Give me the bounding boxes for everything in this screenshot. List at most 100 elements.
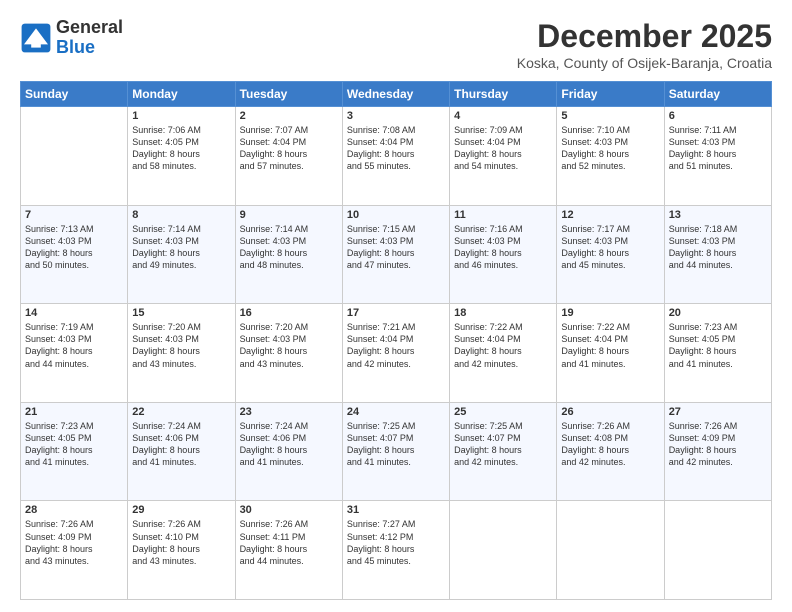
day-number: 13 — [669, 209, 767, 221]
day-info: Sunrise: 7:21 AM Sunset: 4:04 PM Dayligh… — [347, 321, 445, 370]
calendar-header-row: SundayMondayTuesdayWednesdayThursdayFrid… — [21, 82, 772, 107]
calendar-week-1: 1Sunrise: 7:06 AM Sunset: 4:05 PM Daylig… — [21, 107, 772, 206]
calendar-cell: 21 Sunrise: 7:23 AM Sunset: 4:05 PM Dayli… — [21, 402, 128, 501]
day-info: Sunrise: 7:26 AM Sunset: 4:09 PM Dayligh… — [669, 420, 767, 469]
day-number: 8 — [132, 209, 230, 221]
day-info: Sunrise: 7:23 AM Sunset: 4:05 PM Dayligh… — [25, 420, 123, 469]
header: General Blue December 2025 Koska, County… — [20, 18, 772, 71]
calendar-cell — [557, 501, 664, 600]
day-number: 23 — [240, 406, 338, 418]
day-number: 9 — [240, 209, 338, 221]
calendar-cell: 30 Sunrise: 7:26 AM Sunset: 4:11 PM Dayli… — [235, 501, 342, 600]
title-block: December 2025 Koska, County of Osijek-Ba… — [517, 18, 772, 71]
column-header-saturday: Saturday — [664, 82, 771, 107]
calendar-cell: 24 Sunrise: 7:25 AM Sunset: 4:07 PM Dayli… — [342, 402, 449, 501]
calendar-cell: 4 Sunrise: 7:09 AM Sunset: 4:04 PM Daylig… — [450, 107, 557, 206]
calendar-cell: 9 Sunrise: 7:14 AM Sunset: 4:03 PM Daylig… — [235, 205, 342, 304]
day-info: Sunrise: 7:14 AM Sunset: 4:03 PM Dayligh… — [132, 223, 230, 272]
day-number: 12 — [561, 209, 659, 221]
column-header-sunday: Sunday — [21, 82, 128, 107]
day-number: 27 — [669, 406, 767, 418]
column-header-friday: Friday — [557, 82, 664, 107]
day-info: Sunrise: 7:11 AM Sunset: 4:03 PM Dayligh… — [669, 124, 767, 173]
calendar-cell: 18Sunrise: 7:22 AM Sunset: 4:04 PM Dayli… — [450, 304, 557, 403]
day-number: 7 — [25, 209, 123, 221]
day-info: Sunrise: 7:26 AM Sunset: 4:09 PM Dayligh… — [25, 518, 123, 567]
day-number: 21 — [25, 406, 123, 418]
logo: General Blue — [20, 18, 123, 58]
day-number: 11 — [454, 209, 552, 221]
calendar-cell: 20Sunrise: 7:23 AM Sunset: 4:05 PM Dayli… — [664, 304, 771, 403]
day-info: Sunrise: 7:08 AM Sunset: 4:04 PM Dayligh… — [347, 124, 445, 173]
calendar-cell: 13 Sunrise: 7:18 AM Sunset: 4:03 PM Dayli… — [664, 205, 771, 304]
calendar-cell: 31Sunrise: 7:27 AM Sunset: 4:12 PM Dayli… — [342, 501, 449, 600]
day-info: Sunrise: 7:20 AM Sunset: 4:03 PM Dayligh… — [132, 321, 230, 370]
calendar-cell: 25 Sunrise: 7:25 AM Sunset: 4:07 PM Dayli… — [450, 402, 557, 501]
calendar-cell: 29 Sunrise: 7:26 AM Sunset: 4:10 PM Dayli… — [128, 501, 235, 600]
calendar-cell: 1Sunrise: 7:06 AM Sunset: 4:05 PM Daylig… — [128, 107, 235, 206]
calendar-week-3: 14 Sunrise: 7:19 AM Sunset: 4:03 PM Dayli… — [21, 304, 772, 403]
day-number: 26 — [561, 406, 659, 418]
day-number: 4 — [454, 110, 552, 122]
day-number: 15 — [132, 307, 230, 319]
logo-text: General Blue — [56, 18, 123, 58]
day-number: 24 — [347, 406, 445, 418]
day-number: 31 — [347, 504, 445, 516]
day-info: Sunrise: 7:26 AM Sunset: 4:11 PM Dayligh… — [240, 518, 338, 567]
day-info: Sunrise: 7:23 AM Sunset: 4:05 PM Dayligh… — [669, 321, 767, 370]
day-info: Sunrise: 7:25 AM Sunset: 4:07 PM Dayligh… — [454, 420, 552, 469]
page: General Blue December 2025 Koska, County… — [0, 0, 792, 612]
day-number: 16 — [240, 307, 338, 319]
day-number: 29 — [132, 504, 230, 516]
calendar-cell: 19 Sunrise: 7:22 AM Sunset: 4:04 PM Dayli… — [557, 304, 664, 403]
calendar: SundayMondayTuesdayWednesdayThursdayFrid… — [20, 81, 772, 600]
calendar-cell — [450, 501, 557, 600]
calendar-cell: 3 Sunrise: 7:08 AM Sunset: 4:04 PM Daylig… — [342, 107, 449, 206]
day-info: Sunrise: 7:18 AM Sunset: 4:03 PM Dayligh… — [669, 223, 767, 272]
column-header-wednesday: Wednesday — [342, 82, 449, 107]
logo-line2: Blue — [56, 37, 95, 57]
calendar-cell — [664, 501, 771, 600]
day-number: 6 — [669, 110, 767, 122]
day-number: 18 — [454, 307, 552, 319]
day-number: 3 — [347, 110, 445, 122]
day-number: 30 — [240, 504, 338, 516]
day-number: 2 — [240, 110, 338, 122]
calendar-cell: 2 Sunrise: 7:07 AM Sunset: 4:04 PM Daylig… — [235, 107, 342, 206]
logo-line1: General — [56, 17, 123, 37]
location: Koska, County of Osijek-Baranja, Croatia — [517, 55, 772, 71]
day-info: Sunrise: 7:07 AM Sunset: 4:04 PM Dayligh… — [240, 124, 338, 173]
day-info: Sunrise: 7:16 AM Sunset: 4:03 PM Dayligh… — [454, 223, 552, 272]
calendar-cell: 12Sunrise: 7:17 AM Sunset: 4:03 PM Dayli… — [557, 205, 664, 304]
month-title: December 2025 — [517, 18, 772, 55]
day-info: Sunrise: 7:14 AM Sunset: 4:03 PM Dayligh… — [240, 223, 338, 272]
day-info: Sunrise: 7:19 AM Sunset: 4:03 PM Dayligh… — [25, 321, 123, 370]
day-info: Sunrise: 7:09 AM Sunset: 4:04 PM Dayligh… — [454, 124, 552, 173]
calendar-cell: 8 Sunrise: 7:14 AM Sunset: 4:03 PM Daylig… — [128, 205, 235, 304]
column-header-tuesday: Tuesday — [235, 82, 342, 107]
day-number: 1 — [132, 110, 230, 122]
day-number: 14 — [25, 307, 123, 319]
logo-icon — [20, 22, 52, 54]
calendar-cell: 10Sunrise: 7:15 AM Sunset: 4:03 PM Dayli… — [342, 205, 449, 304]
day-info: Sunrise: 7:22 AM Sunset: 4:04 PM Dayligh… — [561, 321, 659, 370]
day-info: Sunrise: 7:26 AM Sunset: 4:10 PM Dayligh… — [132, 518, 230, 567]
day-number: 17 — [347, 307, 445, 319]
calendar-week-5: 28 Sunrise: 7:26 AM Sunset: 4:09 PM Dayli… — [21, 501, 772, 600]
day-info: Sunrise: 7:26 AM Sunset: 4:08 PM Dayligh… — [561, 420, 659, 469]
calendar-cell: 16 Sunrise: 7:20 AM Sunset: 4:03 PM Dayli… — [235, 304, 342, 403]
calendar-cell: 6 Sunrise: 7:11 AM Sunset: 4:03 PM Daylig… — [664, 107, 771, 206]
column-header-monday: Monday — [128, 82, 235, 107]
day-number: 22 — [132, 406, 230, 418]
day-info: Sunrise: 7:20 AM Sunset: 4:03 PM Dayligh… — [240, 321, 338, 370]
day-info: Sunrise: 7:13 AM Sunset: 4:03 PM Dayligh… — [25, 223, 123, 272]
day-info: Sunrise: 7:25 AM Sunset: 4:07 PM Dayligh… — [347, 420, 445, 469]
day-number: 19 — [561, 307, 659, 319]
calendar-cell: 22Sunrise: 7:24 AM Sunset: 4:06 PM Dayli… — [128, 402, 235, 501]
day-number: 28 — [25, 504, 123, 516]
calendar-cell: 15 Sunrise: 7:20 AM Sunset: 4:03 PM Dayli… — [128, 304, 235, 403]
calendar-cell: 5Sunrise: 7:10 AM Sunset: 4:03 PM Daylig… — [557, 107, 664, 206]
column-header-thursday: Thursday — [450, 82, 557, 107]
calendar-cell: 23Sunrise: 7:24 AM Sunset: 4:06 PM Dayli… — [235, 402, 342, 501]
day-number: 25 — [454, 406, 552, 418]
